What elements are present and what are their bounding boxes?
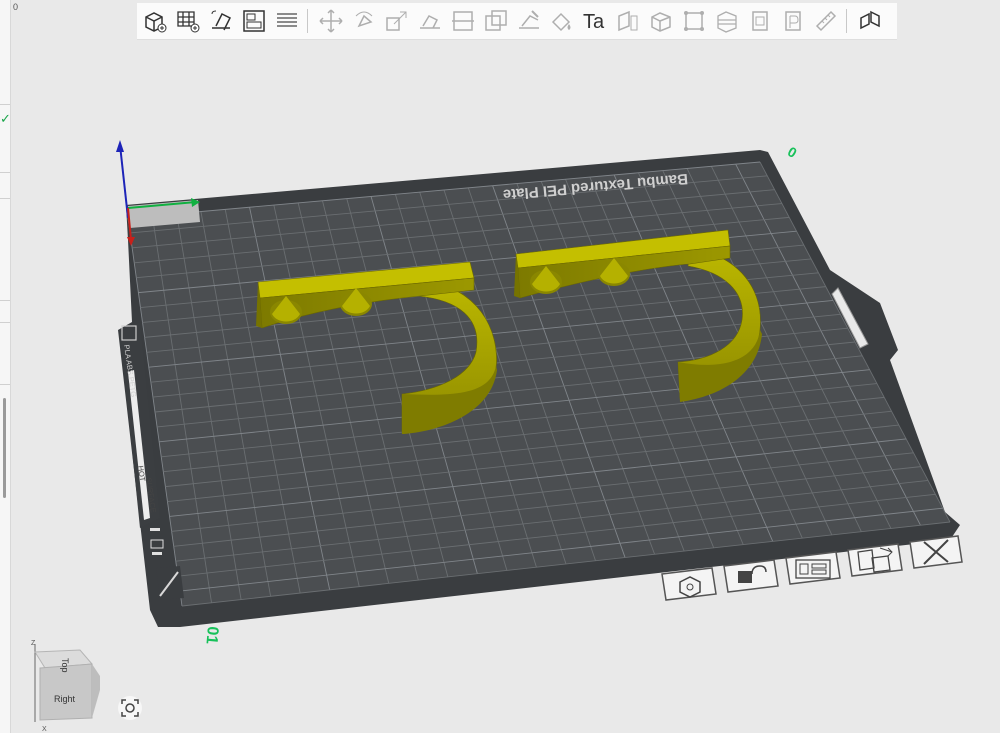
assembly-icon[interactable] (778, 6, 808, 36)
measure-icon[interactable] (811, 6, 841, 36)
plate-corner-mark: 0 (785, 143, 800, 161)
rotate-icon[interactable] (349, 6, 379, 36)
main-toolbar: Ta (137, 3, 897, 40)
lock-plate-icon[interactable] (723, 559, 779, 593)
fit-view-icon[interactable] (118, 696, 142, 720)
lay-on-face-icon[interactable] (415, 6, 445, 36)
svg-text:Ta: Ta (583, 11, 605, 33)
slice-view-icon[interactable] (745, 6, 775, 36)
add-object-icon[interactable] (140, 6, 170, 36)
svg-text:X: X (42, 726, 47, 733)
plate-scene: Bambu Textured PEI Plate 0 01 PLA ABS PE… (31, 140, 960, 733)
view-cube-top-label: Top (60, 658, 70, 673)
delete-plate-icon[interactable] (909, 535, 963, 569)
brim-ears-icon[interactable] (712, 6, 742, 36)
3d-viewport[interactable]: 0 ✓ Bambu Textured PEI Plate 0 01 PLA AB… (0, 0, 1000, 733)
boolean-icon[interactable] (481, 6, 511, 36)
support-paint-icon[interactable] (514, 6, 544, 36)
plate-settings-icon[interactable] (847, 543, 903, 577)
seam-paint-icon[interactable] (613, 6, 643, 36)
explode-view-icon[interactable] (855, 6, 885, 36)
plate-number: 01 (202, 626, 220, 645)
svg-text:Z: Z (31, 640, 36, 647)
arrange-plate-icon[interactable] (785, 551, 841, 585)
auto-orient-plate-icon[interactable] (661, 567, 717, 601)
color-paint-icon[interactable] (547, 6, 577, 36)
view-cube[interactable]: Z Top Right X (31, 640, 100, 733)
auto-orient-icon[interactable] (206, 6, 236, 36)
variable-layer-icon[interactable] (646, 6, 676, 36)
fuzzy-skin-icon[interactable] (679, 6, 709, 36)
split-plates-icon[interactable] (272, 6, 302, 36)
cut-icon[interactable] (448, 6, 478, 36)
text-icon[interactable]: Ta (580, 6, 610, 36)
view-cube-right-label: Right (54, 694, 76, 704)
move-icon[interactable] (316, 6, 346, 36)
arrange-icon[interactable] (239, 6, 269, 36)
add-plate-icon[interactable] (173, 6, 203, 36)
scale-icon[interactable] (382, 6, 412, 36)
